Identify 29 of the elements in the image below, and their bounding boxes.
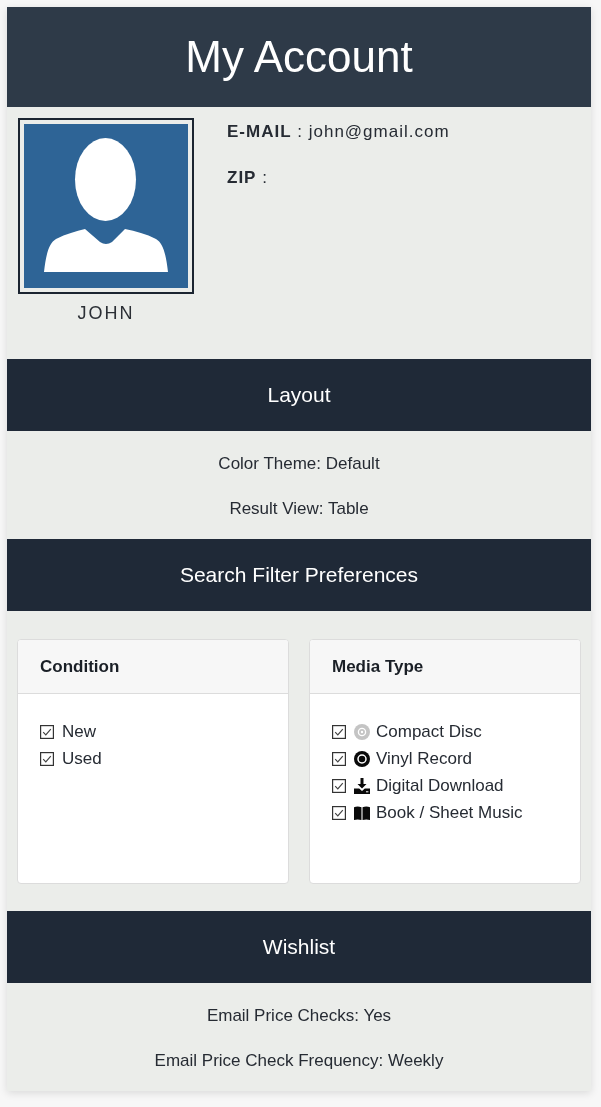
option-label: Book / Sheet Music xyxy=(376,801,523,824)
option-label: New xyxy=(62,720,96,743)
card-title: Condition xyxy=(40,656,120,677)
download-icon xyxy=(354,777,370,794)
option-label: Vinyl Record xyxy=(376,747,473,770)
section-title: Search Filter Preferences xyxy=(179,562,419,588)
vinyl-record-icon xyxy=(354,750,370,767)
page-title: My Account xyxy=(185,31,413,83)
setting-text: Email Price Check Frequency: Weekly xyxy=(154,1050,444,1072)
checkbox[interactable] xyxy=(332,778,346,793)
setting-text: Result View: Table xyxy=(229,498,369,520)
checkbox[interactable] xyxy=(332,724,346,739)
setting-text: Color Theme: Default xyxy=(218,453,380,475)
setting-text: Email Price Checks: Yes xyxy=(206,1005,392,1027)
section-title: Layout xyxy=(267,382,331,408)
section-title: Wishlist xyxy=(262,934,336,960)
open-book-icon xyxy=(354,804,370,821)
user-name: JOHN xyxy=(77,302,135,325)
checkbox[interactable] xyxy=(40,724,54,739)
option-label: Used xyxy=(62,747,102,770)
checkbox[interactable] xyxy=(332,751,346,766)
profile-field-text: ZIP : xyxy=(227,167,269,189)
checkbox[interactable] xyxy=(40,751,54,766)
disc-icon xyxy=(354,723,370,740)
option-label: Digital Download xyxy=(376,774,504,797)
card-title: Media Type xyxy=(332,656,424,677)
checkbox[interactable] xyxy=(332,805,346,820)
option-label: Compact Disc xyxy=(376,720,482,743)
profile-field-text: E-MAIL : john@gmail.com xyxy=(227,121,450,143)
